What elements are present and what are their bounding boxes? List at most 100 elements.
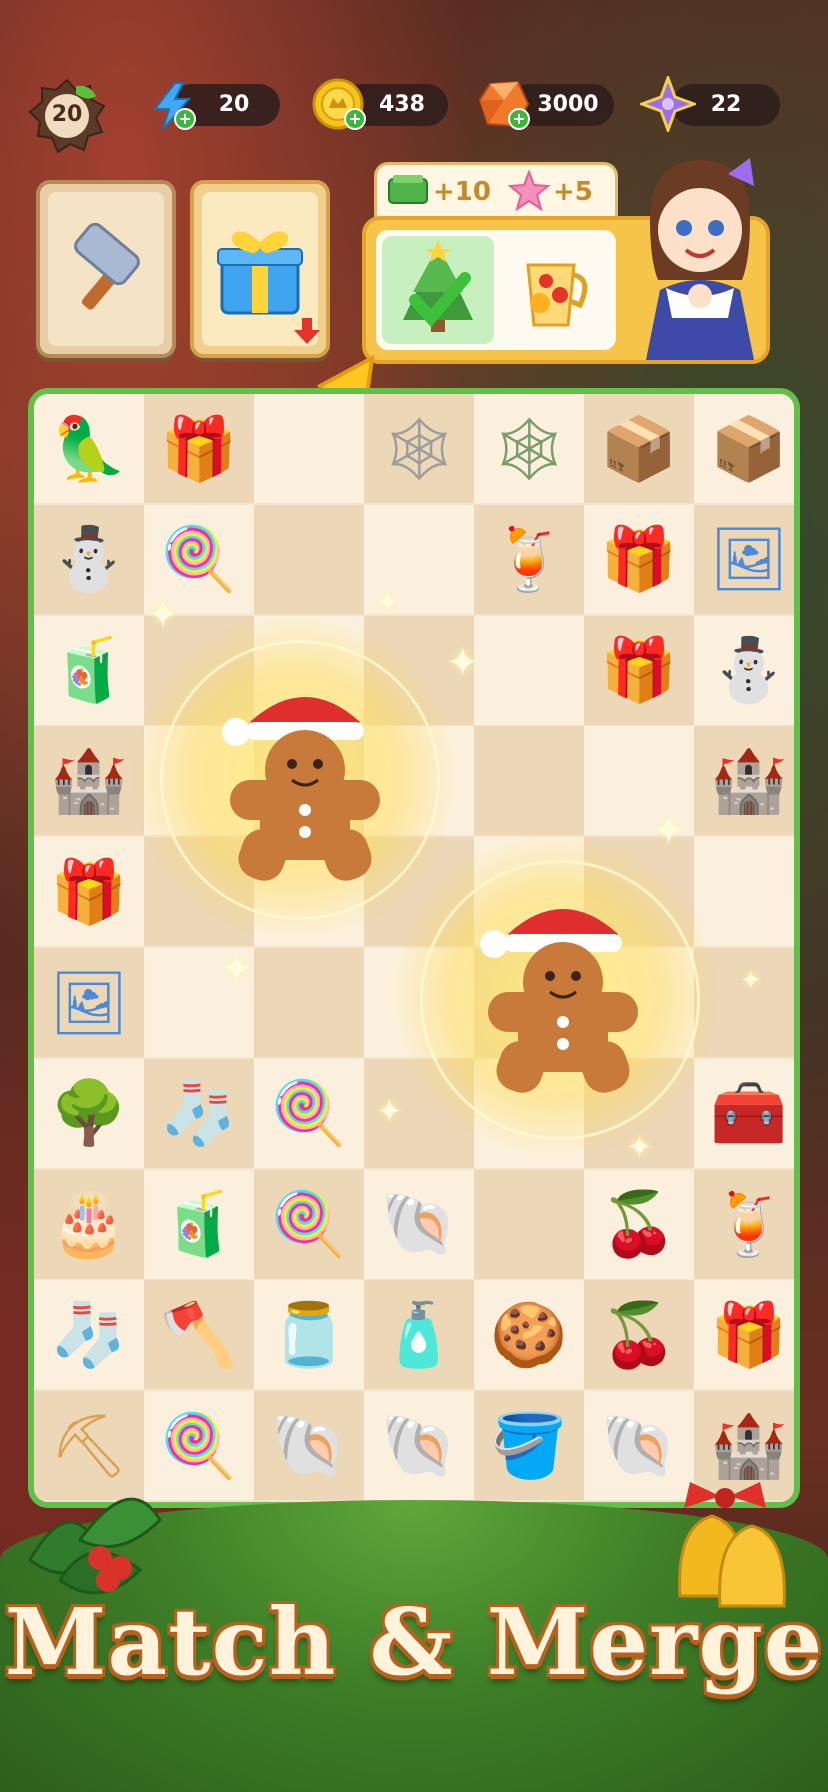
energy-value: 20 — [218, 92, 250, 117]
character-avatar — [630, 150, 766, 360]
board-cell[interactable]: 🍪 — [474, 1280, 584, 1390]
add-coins-button[interactable]: + — [344, 108, 366, 130]
snowman-icon: ⛄ — [710, 633, 788, 707]
gingerbread-piece-left[interactable] — [210, 660, 400, 890]
sand-shovel-icon: ⛏ — [49, 1408, 129, 1482]
crate-icon: 🧰 — [710, 1076, 788, 1150]
board-cell[interactable]: 🎂 — [34, 1169, 144, 1279]
parrot-icon: 🦜 — [50, 411, 128, 485]
board-cell[interactable]: 🏰 — [694, 726, 794, 836]
holly-icon: 🍒 — [600, 1297, 678, 1371]
board-cell[interactable] — [694, 837, 794, 947]
tree-plant-icon: 🌳 — [50, 1076, 128, 1150]
juice-box-icon: 🧃 — [160, 1187, 238, 1261]
board-cell[interactable]: 🐚 — [254, 1391, 364, 1501]
board-cell[interactable]: 🎁 — [694, 1280, 794, 1390]
candy-cane-icon: 🍭 — [270, 1076, 348, 1150]
board-cell[interactable]: 🧦 — [144, 1058, 254, 1168]
board-cell[interactable] — [254, 504, 364, 614]
board-cell[interactable]: 🧦 — [34, 1280, 144, 1390]
star-gem-icon — [640, 76, 696, 132]
jam-icon: 🫙 — [270, 1297, 348, 1371]
gift-orange-icon: 🎁 — [600, 522, 678, 596]
sandcastle-icon: 🏰 — [50, 743, 128, 817]
gingerbread-icon — [480, 909, 638, 1093]
order-item-punch[interactable] — [500, 236, 610, 344]
board-cell[interactable]: 🫙 — [254, 1280, 364, 1390]
gems-value: 3000 — [537, 92, 599, 117]
board-cell[interactable]: 🧰 — [694, 1058, 794, 1168]
board-cell[interactable]: 🎁 — [584, 615, 694, 725]
sparkle-icon: ✦ — [626, 1128, 653, 1166]
girl-character-icon — [646, 158, 754, 360]
cobweb-drink-icon: 🕸 — [379, 411, 459, 485]
reward-star-label: +5 — [553, 177, 593, 207]
drink-icon: 🍹 — [710, 1187, 788, 1261]
add-energy-button[interactable]: + — [174, 108, 196, 130]
box-icon: 📦 — [600, 411, 678, 485]
sandcastle-icon: 🏰 — [710, 743, 788, 817]
board-cell[interactable]: 🪣 — [474, 1391, 584, 1501]
board-cell[interactable]: 🪓 — [144, 1280, 254, 1390]
order-items — [376, 230, 616, 350]
board-cell[interactable]: 🧴 — [364, 1280, 474, 1390]
level-badge[interactable]: 20 — [28, 76, 106, 154]
board-cell[interactable]: 🖼 — [34, 948, 144, 1057]
board-cell[interactable]: ⛄ — [34, 504, 144, 614]
star-icon — [507, 169, 551, 212]
board-cell[interactable]: 📦 — [584, 394, 694, 503]
candy-cane-icon: 🍭 — [270, 1187, 348, 1261]
holly-icon: 🍒 — [600, 1187, 678, 1261]
sand-bucket-icon: 🪣 — [490, 1408, 568, 1482]
shell-icon: 🐚 — [600, 1408, 678, 1482]
drink-icon: 🍹 — [490, 522, 568, 596]
board-cell[interactable]: 🕸 — [364, 394, 474, 503]
board-cell[interactable]: 🎁 — [34, 837, 144, 947]
board-cell[interactable]: 🧃 — [34, 615, 144, 725]
gingerbread-piece-right[interactable] — [468, 872, 658, 1102]
axe-icon: 🪓 — [160, 1297, 238, 1371]
gingerbread-icon — [222, 697, 380, 881]
board-cell[interactable]: 📦 — [694, 394, 794, 503]
order-reward-tab: +10 +5 — [374, 162, 618, 218]
candy-cane-icon: 🍭 — [160, 522, 238, 596]
board-cell[interactable]: 🧃 — [144, 1169, 254, 1279]
shell-icon: 🐚 — [380, 1187, 458, 1261]
hammer-tool-button[interactable] — [36, 180, 176, 358]
sparkle-icon: ✦ — [376, 586, 400, 619]
stocking-icon: 🧦 — [160, 1076, 238, 1150]
coins-value: 438 — [379, 92, 425, 117]
board-cell[interactable]: ⛄ — [694, 615, 794, 725]
board-cell[interactable]: 🎁 — [584, 504, 694, 614]
board-cell[interactable]: 🍭 — [254, 1169, 364, 1279]
hammer-icon — [74, 222, 140, 310]
board-cell[interactable]: 🍹 — [474, 504, 584, 614]
order-panel[interactable] — [362, 158, 770, 364]
cake-icon: 🎂 — [50, 1187, 128, 1261]
board-cell[interactable]: 🦜 — [34, 394, 144, 503]
cash-icon — [388, 175, 428, 204]
board-cell[interactable]: 🍹 — [694, 1169, 794, 1279]
board-cell[interactable] — [474, 726, 584, 836]
board-cell[interactable] — [474, 1169, 584, 1279]
add-gems-button[interactable]: + — [508, 108, 530, 130]
sparkle-icon: ✦ — [740, 966, 762, 996]
board-cell[interactable] — [254, 394, 364, 503]
board-cell[interactable]: 🌳 — [34, 1058, 144, 1168]
board-cell[interactable] — [474, 615, 584, 725]
gift-blue-icon: 🎁 — [160, 411, 238, 485]
order-item-tree-done[interactable] — [382, 236, 494, 344]
board-cell[interactable]: 🏰 — [34, 726, 144, 836]
board-cell[interactable] — [254, 948, 364, 1057]
board-cell[interactable]: 🐚 — [364, 1391, 474, 1501]
board-cell[interactable]: 🕸 — [474, 394, 584, 503]
sparkle-icon: ✦ — [446, 640, 480, 686]
board-cell[interactable]: 🍒 — [584, 1169, 694, 1279]
board-cell[interactable]: 🍭 — [254, 1058, 364, 1168]
gift-tool-button[interactable] — [190, 180, 330, 358]
level-label: 20 — [51, 102, 83, 127]
board-cell[interactable]: 🎁 — [144, 394, 254, 503]
board-cell[interactable]: 🍒 — [584, 1280, 694, 1390]
board-cell[interactable]: 🖼 — [694, 504, 794, 614]
board-cell[interactable]: 🐚 — [364, 1169, 474, 1279]
